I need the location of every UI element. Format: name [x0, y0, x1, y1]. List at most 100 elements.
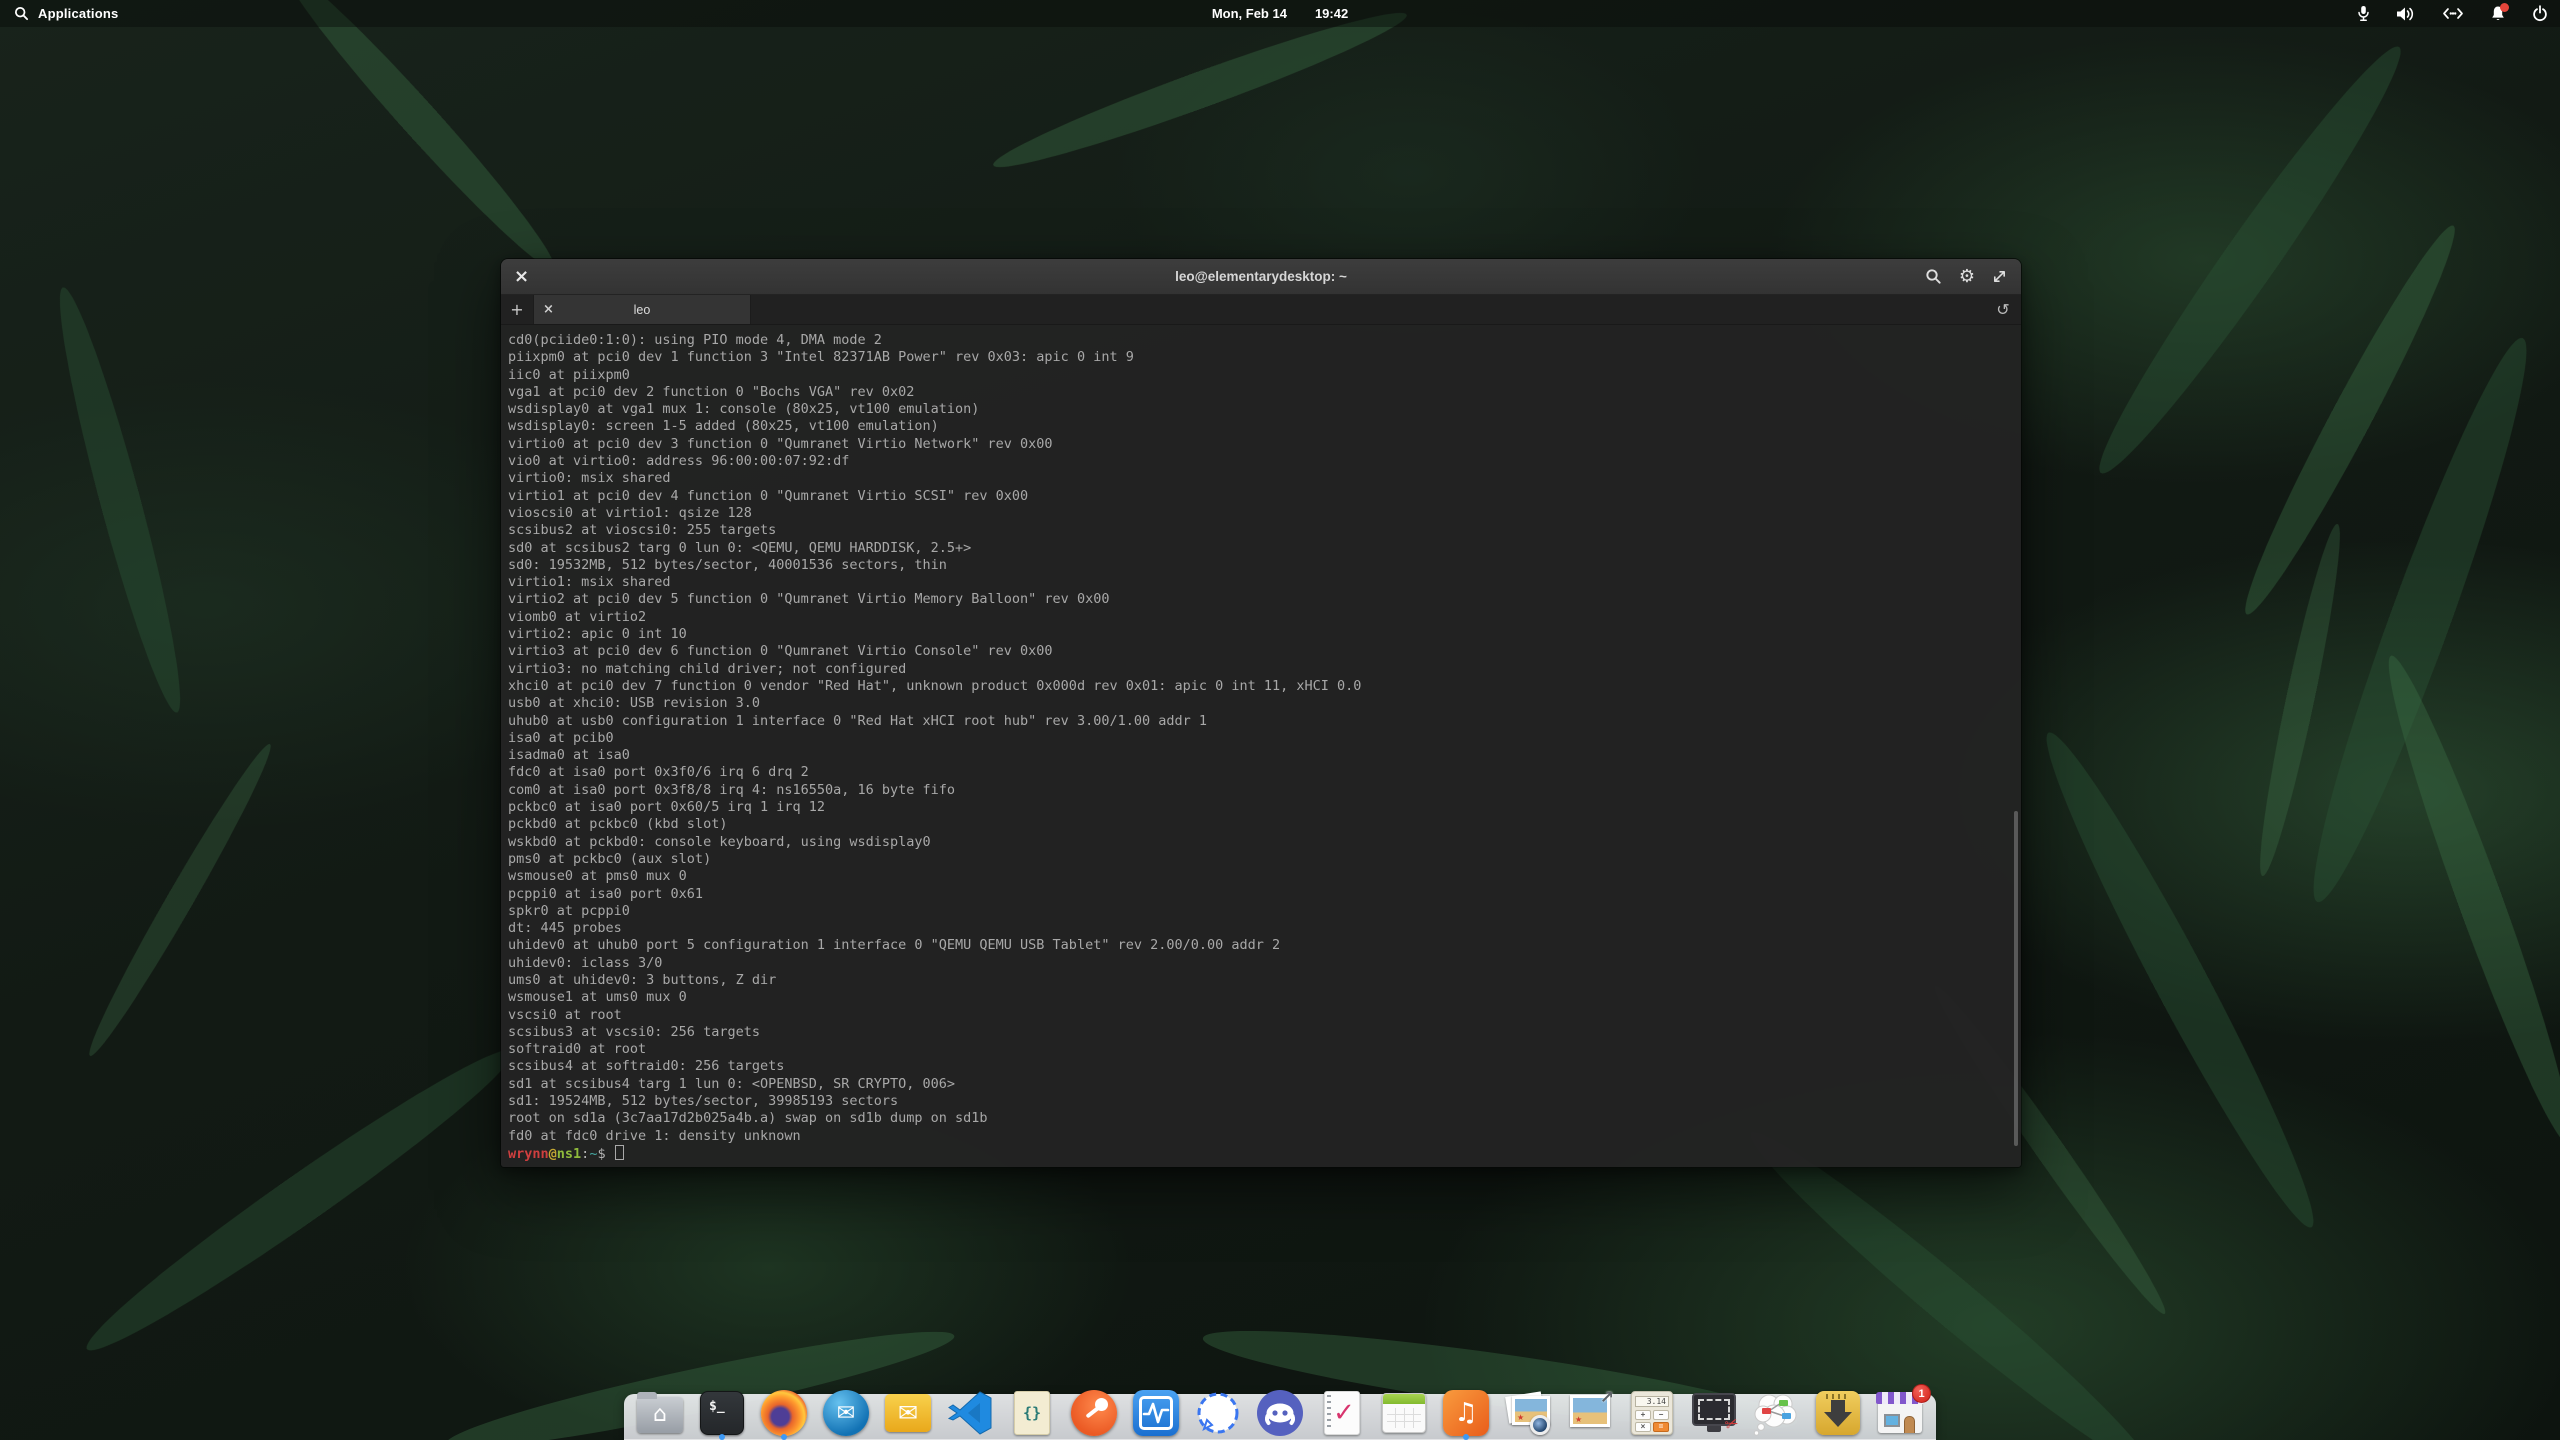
datetime-indicator[interactable]: Mon, Feb 14 19:42 — [1212, 6, 1348, 21]
system-monitor-icon — [1133, 1390, 1179, 1436]
panel-date: Mon, Feb 14 — [1212, 6, 1287, 21]
music-icon: ♫ — [1443, 1390, 1489, 1436]
terminal-line: virtio2 at pci0 dev 5 function 0 "Qumran… — [508, 591, 2021, 608]
volume-icon[interactable] — [2396, 6, 2416, 22]
top-panel: Applications Mon, Feb 14 19:42 — [0, 0, 2560, 27]
terminal-line: usb0 at xhci0: USB revision 3.0 — [508, 695, 2021, 712]
microphone-icon[interactable] — [2357, 5, 2370, 22]
update-badge: 1 — [1912, 1384, 1931, 1403]
calc-minus-key: − — [1653, 1410, 1669, 1420]
dock-item-thunderbird[interactable]: ✉ — [822, 1389, 870, 1437]
network-icon[interactable] — [2442, 6, 2464, 21]
notifications-icon[interactable] — [2490, 5, 2506, 22]
close-window-button[interactable]: × — [514, 268, 529, 286]
panel-time: 19:42 — [1315, 6, 1348, 21]
terminal-glyph: $_ — [709, 1399, 725, 1414]
terminal-line: uhidev0 at uhub0 port 5 configuration 1 … — [508, 937, 2021, 954]
check-glyph: ✓ — [1333, 1398, 1355, 1428]
calculator-icon: 3.14 + − × = — [1631, 1391, 1673, 1435]
terminal-line: pckbc0 at isa0 port 0x60/5 irq 1 irq 12 — [508, 799, 2021, 816]
dock-item-calculator[interactable]: 3.14 + − × = — [1628, 1389, 1676, 1437]
prompt-symbol: $ — [597, 1146, 605, 1162]
scrollbar-thumb[interactable] — [2014, 811, 2018, 1146]
terminal-line: vga1 at pci0 dev 2 function 0 "Bochs VGA… — [508, 384, 2021, 401]
dock-item-code[interactable]: {} — [1008, 1389, 1056, 1437]
dock-item-image-viewer[interactable]: ★ ↗ — [1566, 1389, 1614, 1437]
titlebar[interactable]: × leo@elementarydesktop: ~ ⚙ — [501, 259, 2021, 295]
dock-item-appcenter[interactable]: 1 — [1876, 1389, 1924, 1437]
postman-icon — [1071, 1390, 1117, 1436]
dock-item-photos[interactable]: ★ — [1504, 1389, 1552, 1437]
calendar-icon — [1382, 1393, 1426, 1433]
terminal-line: scsibus4 at softraid0: 256 targets — [508, 1058, 2021, 1075]
applications-menu[interactable]: Applications — [14, 6, 118, 21]
desktop: Applications Mon, Feb 14 19:42 — [0, 0, 2560, 1440]
code-icon: {} — [1014, 1391, 1050, 1435]
settings-gear-button[interactable]: ⚙ — [1959, 268, 1975, 286]
dock-item-tasks[interactable]: ✓ — [1318, 1389, 1366, 1437]
music-note-glyph: ♫ — [1454, 1398, 1477, 1428]
dock-item-discord[interactable] — [1256, 1389, 1304, 1437]
terminal-line: spkr0 at pcppi0 — [508, 903, 2021, 920]
terminal-line: virtio3 at pci0 dev 6 function 0 "Qumran… — [508, 643, 2021, 660]
files-icon: ⌂ — [637, 1397, 683, 1433]
scissors-glyph: ✂ — [1722, 1412, 1741, 1434]
dock-item-music[interactable]: ♫ — [1442, 1389, 1490, 1437]
dock-item-terminal[interactable]: $_ — [698, 1389, 746, 1437]
dock-item-mail[interactable]: ✉ — [884, 1389, 932, 1437]
terminal-line: wsdisplay0: screen 1-5 added (80x25, vt1… — [508, 418, 2021, 435]
maximize-button[interactable] — [1992, 269, 2007, 284]
terminal-line: isadma0 at isa0 — [508, 747, 2021, 764]
system-tray — [2357, 0, 2548, 27]
terminal-line: wsmouse0 at pms0 mux 0 — [508, 868, 2021, 885]
terminal-line: sd1 at scsibus4 targ 1 lun 0: <OPENBSD, … — [508, 1076, 2021, 1093]
dock-item-minder[interactable] — [1752, 1389, 1800, 1437]
dock-item-calendar[interactable] — [1380, 1389, 1428, 1437]
notification-dot — [2500, 3, 2509, 12]
home-glyph: ⌂ — [653, 1404, 667, 1426]
tab-close-button[interactable]: × — [543, 302, 554, 317]
terminal-line: fdc0 at isa0 port 0x3f0/6 irq 6 drq 2 — [508, 764, 2021, 781]
shell-prompt: wrynn@ns1:~$ — [508, 1145, 2021, 1162]
terminal-line: virtio1 at pci0 dev 4 function 0 "Qumran… — [508, 488, 2021, 505]
dock-item-postman[interactable] — [1070, 1389, 1118, 1437]
dock-item-screenshot[interactable]: ✂ — [1690, 1389, 1738, 1437]
dock-item-system-monitor[interactable] — [1132, 1389, 1180, 1437]
signal-icon — [1194, 1389, 1242, 1437]
star-glyph: ★ — [1517, 1414, 1524, 1422]
terminal-line: iic0 at piixpm0 — [508, 367, 2021, 384]
dock-item-vscode[interactable] — [946, 1389, 994, 1437]
dock-item-files[interactable]: ⌂ — [636, 1389, 684, 1437]
terminal-line: pckbd0 at pckbc0 (kbd slot) — [508, 816, 2021, 833]
firefox-icon — [761, 1390, 807, 1436]
tab-label: leo — [534, 303, 750, 317]
prompt-at: @ — [549, 1146, 557, 1162]
dock-item-installer[interactable] — [1814, 1389, 1862, 1437]
terminal-output: cd0(pciide0:1:0): using PIO mode 4, DMA … — [508, 332, 2021, 1145]
minder-icon — [1752, 1389, 1800, 1437]
history-button[interactable]: ↺ — [1985, 295, 2021, 324]
terminal-line: softraid0 at root — [508, 1041, 2021, 1058]
tab-bar: + × leo ↺ — [501, 295, 2021, 325]
calculator-display: 3.14 — [1635, 1396, 1669, 1407]
prompt-user: wrynn — [508, 1146, 549, 1162]
terminal-line: wsdisplay0 at vga1 mux 1: console (80x25… — [508, 401, 2021, 418]
terminal-line: virtio3: no matching child driver; not c… — [508, 661, 2021, 678]
tasks-icon: ✓ — [1324, 1391, 1360, 1435]
terminal-line: root on sd1a (3c7aa17d2b025a4b.a) swap o… — [508, 1110, 2021, 1127]
terminal-window: × leo@elementarydesktop: ~ ⚙ — [500, 258, 2022, 1168]
dock-item-signal[interactable] — [1194, 1389, 1242, 1437]
envelope-glyph: ✉ — [837, 1401, 855, 1426]
power-icon[interactable] — [2532, 5, 2548, 22]
discord-icon — [1256, 1389, 1304, 1437]
screenshot-icon: ✂ — [1692, 1393, 1736, 1426]
terminal-line: fd0 at fdc0 drive 1: density unknown — [508, 1128, 2021, 1145]
new-tab-button[interactable]: + — [501, 295, 533, 324]
camera-lens-icon — [1530, 1415, 1550, 1435]
terminal-search-button[interactable] — [1925, 268, 1942, 285]
braces-glyph: {} — [1023, 1404, 1041, 1422]
dock-item-firefox[interactable] — [760, 1389, 808, 1437]
tab-leo[interactable]: × leo — [533, 295, 751, 324]
terminal-line: scsibus2 at vioscsi0: 255 targets — [508, 522, 2021, 539]
terminal-output-area[interactable]: cd0(pciide0:1:0): using PIO mode 4, DMA … — [501, 325, 2021, 1167]
